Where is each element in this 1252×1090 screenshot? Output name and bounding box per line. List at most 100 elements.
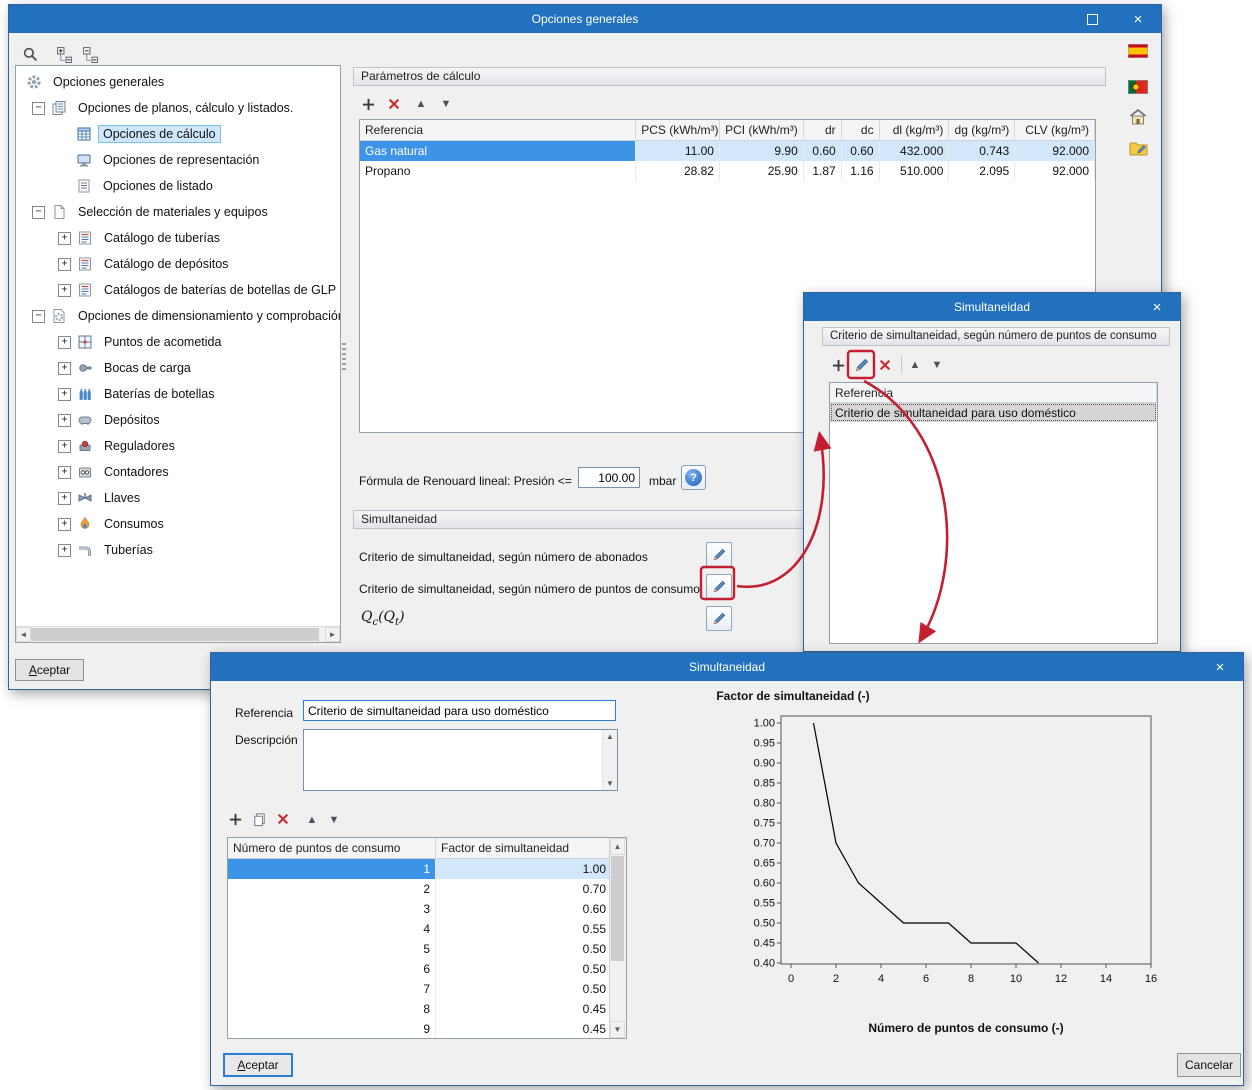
table-row[interactable]: 4 0.55	[228, 919, 626, 939]
tree-item-label[interactable]: Selección de materiales y equipos	[73, 203, 273, 221]
collapse-all-button[interactable]	[79, 43, 101, 65]
titlebar[interactable]: Simultaneidad ×	[211, 653, 1243, 681]
tree-item-label[interactable]: Opciones de cálculo	[98, 125, 221, 143]
tree-item-label[interactable]: Tuberías	[99, 541, 158, 559]
tree-expand-icon[interactable]: +	[58, 231, 71, 245]
points-table-scrollbar[interactable]: ▲ ▼	[609, 838, 626, 1038]
table-row[interactable]: 7 0.50	[228, 979, 626, 999]
tree-item[interactable]: − Opciones de dimensionamiento y comproba…	[16, 303, 340, 329]
referencia-input[interactable]	[303, 700, 616, 721]
delete-point-button[interactable]	[273, 809, 293, 829]
table-row[interactable]: 5 0.50	[228, 939, 626, 959]
tree-item[interactable]: + Catálogo de tuberías	[16, 225, 340, 251]
tree-expand-icon[interactable]: +	[58, 413, 71, 427]
tree-item[interactable]: Opciones de listado	[16, 173, 340, 199]
table-row[interactable]: 2 0.70	[228, 879, 626, 899]
add-row-button[interactable]	[357, 93, 379, 115]
tree-item[interactable]: + Depósitos	[16, 407, 340, 433]
spanish-language-button[interactable]	[1126, 41, 1150, 61]
scroll-down-button[interactable]: ▼	[610, 1021, 625, 1038]
scroll-up-button[interactable]: ▲	[603, 730, 617, 743]
tree-item[interactable]: + Baterías de botellas	[16, 381, 340, 407]
tree-item-label[interactable]: Opciones de planos, cálculo y listados.	[73, 99, 298, 117]
scroll-down-button[interactable]: ▼	[603, 777, 617, 790]
search-button[interactable]	[19, 43, 41, 65]
titlebar[interactable]: Opciones generales ×	[9, 5, 1161, 33]
tree-item-label[interactable]: Reguladores	[99, 437, 180, 455]
tree-item-label[interactable]: Catálogo de tuberías	[99, 229, 225, 247]
list-item[interactable]: Criterio de simultaneidad para uso domés…	[830, 403, 1157, 422]
tree-horizontal-scrollbar[interactable]: ◄ ►	[16, 626, 340, 642]
open-options-file-button[interactable]	[1126, 137, 1150, 159]
textarea-scrollbar[interactable]: ▲ ▼	[602, 730, 617, 790]
move-up-button[interactable]: ▲	[412, 96, 430, 112]
table-row[interactable]: 3 0.60	[228, 899, 626, 919]
tree-collapse-icon[interactable]: −	[32, 101, 45, 115]
edit-criterio-button[interactable]	[852, 355, 872, 375]
cancel-button[interactable]: Cancelar	[1177, 1053, 1241, 1077]
tree-item-label[interactable]: Puntos de acometida	[99, 333, 226, 351]
tree-item[interactable]: + Bocas de carga	[16, 355, 340, 381]
edit-sim-abonados-button[interactable]	[706, 542, 732, 567]
titlebar[interactable]: Simultaneidad ×	[804, 293, 1180, 321]
table-row[interactable]: 8 0.45	[228, 999, 626, 1019]
accept-button[interactable]: Aceptar	[223, 1053, 293, 1077]
tree-item-label[interactable]: Catálogo de depósitos	[99, 255, 233, 273]
move-down-button[interactable]: ▼	[928, 357, 946, 373]
copy-point-button[interactable]	[249, 809, 269, 829]
tree-item-label[interactable]: Bocas de carga	[99, 359, 196, 377]
add-point-button[interactable]	[225, 809, 245, 829]
tree-expand-icon[interactable]: +	[58, 491, 71, 505]
tree-item-label[interactable]: Opciones de dimensionamiento y comprobac…	[73, 307, 340, 325]
tree-item[interactable]: Opciones generales	[16, 69, 340, 95]
tree-item[interactable]: + Tuberías	[16, 537, 340, 563]
tree-item[interactable]: + Catálogo de depósitos	[16, 251, 340, 277]
expand-all-button[interactable]	[53, 43, 75, 65]
descripcion-textarea[interactable]: ▲ ▼	[303, 729, 618, 791]
tree-item-label[interactable]: Llaves	[99, 489, 145, 507]
tree-item-label[interactable]: Consumos	[99, 515, 169, 533]
params-row[interactable]: Gas natural 11.00 9.90 0.60 0.60 432.000 0.743…	[360, 141, 1095, 161]
pressure-input[interactable]	[578, 467, 640, 488]
splitter-handle[interactable]	[342, 343, 346, 371]
tree-item-label[interactable]: Catálogos de baterías de botellas de GLP	[99, 281, 340, 299]
delete-criterio-button[interactable]	[875, 355, 895, 375]
tree-expand-icon[interactable]: +	[58, 517, 71, 531]
table-row[interactable]: 1 1.00	[228, 859, 626, 879]
delete-row-button[interactable]	[383, 93, 405, 115]
tree-expand-icon[interactable]: +	[58, 335, 71, 349]
tree-expand-icon[interactable]: +	[58, 439, 71, 453]
tree-item-label[interactable]: Opciones de listado	[98, 177, 218, 195]
tree-collapse-icon[interactable]: −	[32, 309, 45, 323]
move-up-button[interactable]: ▲	[303, 812, 321, 828]
tree-item[interactable]: + Consumos	[16, 511, 340, 537]
tree-item-label[interactable]: Contadores	[99, 463, 174, 481]
accept-button[interactable]: Aceptar	[15, 659, 84, 681]
tree-item[interactable]: − Opciones de planos, cálculo y listados.	[16, 95, 340, 121]
scroll-right-button[interactable]: ►	[325, 627, 340, 642]
tree-item-label[interactable]: Depósitos	[99, 411, 165, 429]
tree-item[interactable]: + Catálogos de baterías de botellas de GL…	[16, 277, 340, 303]
edit-sim-puntos-button[interactable]	[706, 574, 732, 599]
params-row[interactable]: Propano 28.82 25.90 1.87 1.16 510.000 2.095 92.…	[360, 161, 1095, 181]
close-button[interactable]: ×	[1115, 5, 1161, 33]
tree-expand-icon[interactable]: +	[58, 257, 71, 271]
scroll-left-button[interactable]: ◄	[16, 627, 31, 642]
move-down-button[interactable]: ▼	[325, 812, 343, 828]
close-button[interactable]: ×	[1134, 293, 1180, 321]
move-up-button[interactable]: ▲	[906, 357, 924, 373]
tree-item[interactable]: Opciones de representación	[16, 147, 340, 173]
tree-item[interactable]: − Selección de materiales y equipos	[16, 199, 340, 225]
close-button[interactable]: ×	[1197, 653, 1243, 681]
tree-item[interactable]: + Llaves	[16, 485, 340, 511]
tree-expand-icon[interactable]: +	[58, 543, 71, 557]
tree-item[interactable]: + Reguladores	[16, 433, 340, 459]
tree-collapse-icon[interactable]: −	[32, 205, 45, 219]
tree-item-label[interactable]: Baterías de botellas	[99, 385, 220, 403]
table-row[interactable]: 9 0.45	[228, 1019, 626, 1038]
scrollbar-thumb[interactable]	[611, 856, 624, 961]
add-criterio-button[interactable]	[828, 355, 848, 375]
tree-expand-icon[interactable]: +	[58, 465, 71, 479]
tree-item[interactable]: Opciones de cálculo	[16, 121, 340, 147]
tree-expand-icon[interactable]: +	[58, 361, 71, 375]
